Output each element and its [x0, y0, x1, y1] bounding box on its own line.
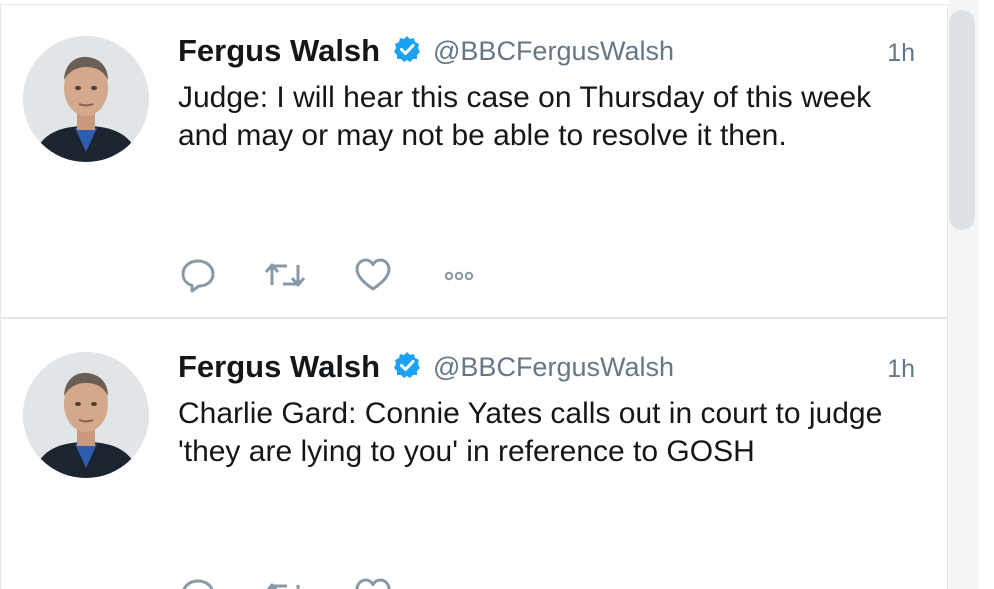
author-name[interactable]: Fergus Walsh	[178, 349, 380, 385]
tweet-timeline: Fergus Walsh @BBCFergusWalsh 1h Judge: I…	[0, 4, 948, 589]
tweet-header: Fergus Walsh @BBCFergusWalsh 1h	[178, 33, 915, 73]
heart-icon[interactable]	[353, 575, 393, 589]
tweet-content: Fergus Walsh @BBCFergusWalsh 1h Judge: I…	[178, 33, 915, 293]
tweet-header: Fergus Walsh @BBCFergusWalsh 1h	[178, 349, 915, 389]
verified-badge-icon	[393, 35, 421, 63]
more-dots-icon[interactable]	[442, 255, 476, 295]
author-handle[interactable]: @BBCFergusWalsh	[433, 36, 674, 67]
tweet-content: Fergus Walsh @BBCFergusWalsh 1h Charlie …	[178, 349, 915, 589]
more-dots-icon[interactable]	[442, 575, 476, 589]
author-handle[interactable]: @BBCFergusWalsh	[433, 352, 674, 383]
author-name[interactable]: Fergus Walsh	[178, 33, 380, 69]
verified-badge-icon	[393, 351, 421, 379]
author-avatar[interactable]	[23, 352, 149, 478]
tweet-card[interactable]: Fergus Walsh @BBCFergusWalsh 1h Charlie …	[1, 321, 947, 589]
tweet-card[interactable]: Fergus Walsh @BBCFergusWalsh 1h Judge: I…	[1, 5, 947, 319]
retweet-icon[interactable]	[263, 255, 307, 295]
retweet-icon[interactable]	[263, 575, 307, 589]
scrollbar-thumb[interactable]	[949, 10, 975, 230]
tweet-text: Judge: I will hear this case on Thursday…	[178, 81, 872, 152]
tweet-actions	[178, 575, 538, 589]
app-frame: Fergus Walsh @BBCFergusWalsh 1h Judge: I…	[0, 0, 994, 589]
reply-icon[interactable]	[178, 575, 218, 589]
avatar-photo	[23, 36, 149, 162]
tweet-timestamp[interactable]: 1h	[887, 39, 915, 68]
tweet-timestamp[interactable]: 1h	[887, 355, 915, 384]
tweet-actions	[178, 255, 538, 295]
window-edge	[980, 0, 994, 589]
avatar-photo	[23, 352, 149, 478]
vertical-scrollbar[interactable]	[949, 0, 979, 589]
heart-icon[interactable]	[353, 255, 393, 295]
tweet-text: Charlie Gard: Connie Yates calls out in …	[178, 397, 883, 468]
author-avatar[interactable]	[23, 36, 149, 162]
reply-icon[interactable]	[178, 255, 218, 295]
